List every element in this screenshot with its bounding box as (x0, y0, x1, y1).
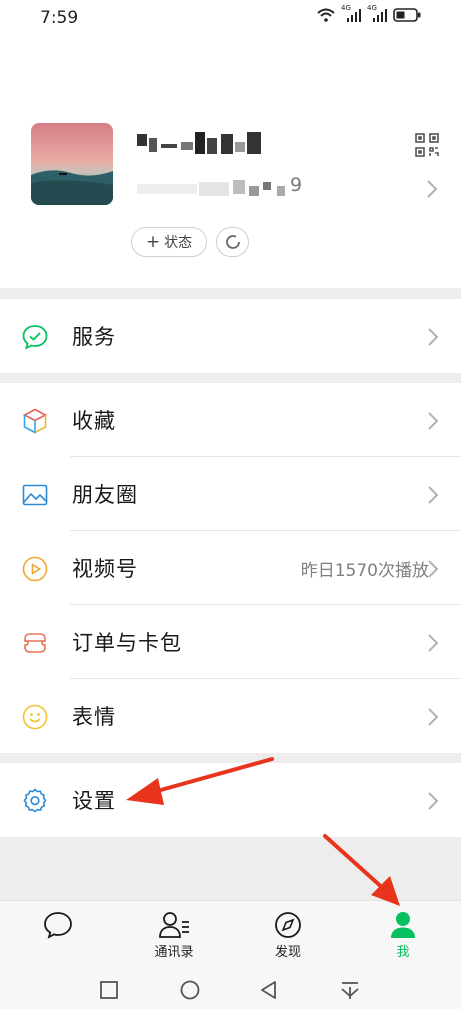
tab-chats[interactable] (8, 907, 108, 969)
wechat-id-suffix: 9 (290, 174, 303, 196)
main-menu-section: 收藏 朋友圈 视频号 昨日1570次播放 订单与卡包 表情 (0, 383, 461, 753)
menu-label: 视频号 (72, 557, 138, 581)
profile-header[interactable]: 9 + 状态 (0, 36, 461, 288)
tab-me[interactable]: 我 (353, 907, 453, 969)
status-time: 7:59 (40, 8, 79, 28)
menu-label: 朋友圈 (72, 483, 138, 507)
me-tab-arrow (323, 834, 400, 906)
avatar[interactable] (31, 123, 113, 205)
wechat-id-redacted (137, 178, 287, 202)
tab-contacts[interactable]: 通讯录 (124, 907, 224, 969)
status-icons: 4G 4G (317, 4, 421, 22)
chevron-right-icon[interactable] (426, 179, 438, 203)
wifi-icon (317, 8, 335, 22)
refresh-icon (225, 235, 240, 249)
tab-discover[interactable]: 发现 (238, 907, 338, 969)
menu-label: 订单与卡包 (72, 631, 182, 655)
menu-item-services[interactable]: 服务 (0, 299, 461, 373)
chevron-right-icon (427, 707, 439, 731)
menu-label: 收藏 (72, 409, 116, 433)
contacts-person-icon (124, 911, 224, 939)
gear-icon (22, 788, 48, 814)
menu-item-orders-cards[interactable]: 订单与卡包 (0, 605, 461, 679)
tab-label: 通讯录 (154, 945, 194, 960)
menu-label: 设置 (72, 789, 116, 813)
compass-icon (238, 911, 338, 939)
chevron-right-icon (427, 485, 439, 509)
orders-cards-icon (22, 630, 48, 656)
me-person-icon (353, 911, 453, 939)
chevron-right-icon (427, 327, 439, 351)
notification-pulldown-icon[interactable] (339, 980, 361, 1002)
favorites-cube-icon (22, 408, 48, 434)
chat-bubble-icon (8, 911, 108, 939)
tab-label: 我 (396, 945, 410, 960)
sticker-smiley-icon (22, 704, 48, 730)
menu-label: 服务 (72, 325, 116, 349)
qr-code-icon[interactable] (415, 133, 439, 161)
tab-label: 发现 (274, 945, 301, 960)
plus-icon: + (145, 231, 161, 252)
chevron-right-icon (427, 559, 439, 583)
status-refresh-button[interactable] (216, 227, 249, 257)
menu-item-favorites[interactable]: 收藏 (0, 383, 461, 457)
chevron-right-icon (427, 411, 439, 435)
nickname-redacted (137, 128, 265, 160)
moments-image-icon (22, 482, 48, 508)
signal-icon: 4G (341, 4, 361, 22)
menu-item-settings[interactable]: 设置 (0, 763, 461, 837)
system-navigation-bar (0, 972, 461, 1009)
home-icon[interactable] (179, 980, 201, 1002)
settings-section: 设置 (0, 763, 461, 837)
chevron-right-icon (427, 633, 439, 657)
recent-apps-icon[interactable] (99, 980, 119, 1000)
signal-icon: 4G (367, 4, 387, 22)
chevron-right-icon (427, 791, 439, 815)
services-section: 服务 (0, 299, 461, 373)
menu-item-moments[interactable]: 朋友圈 (0, 457, 461, 531)
services-icon (22, 324, 48, 350)
channels-play-icon (22, 556, 48, 582)
status-bar: 7:59 4G 4G (0, 0, 461, 36)
menu-item-channels[interactable]: 视频号 昨日1570次播放 (0, 531, 461, 605)
bottom-tab-bar: 通讯录 发现 我 (0, 900, 461, 972)
add-status-label: 状态 (164, 235, 193, 251)
back-icon[interactable] (259, 980, 279, 1000)
add-status-button[interactable]: + 状态 (131, 227, 207, 257)
battery-icon (393, 8, 421, 22)
channels-play-count: 昨日1570次播放 (300, 560, 429, 581)
menu-item-stickers[interactable]: 表情 (0, 679, 461, 753)
menu-label: 表情 (72, 705, 116, 729)
